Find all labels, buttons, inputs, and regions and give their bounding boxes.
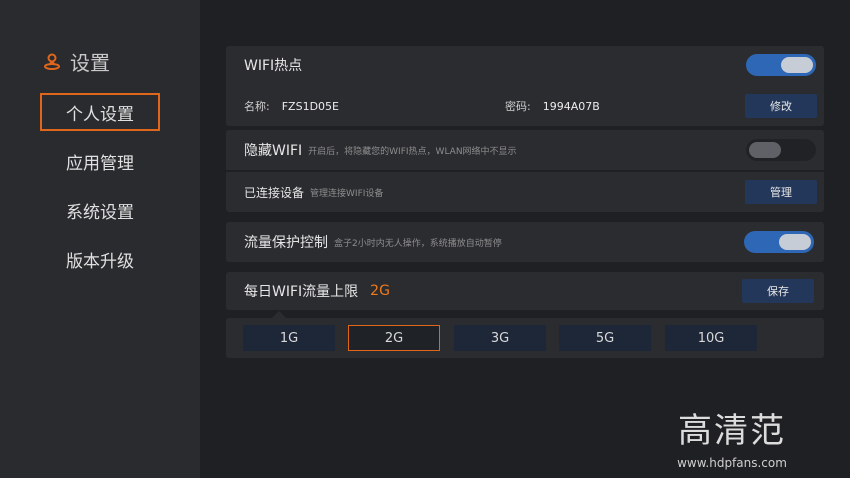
- hide-wifi-hint: 开启后，将隐藏您的WIFI热点，WLAN网络中不显示: [308, 146, 517, 157]
- hide-wifi-toggle[interactable]: [746, 139, 816, 161]
- settings-header: 设置: [42, 48, 110, 75]
- toggle-knob: [779, 234, 811, 250]
- save-button[interactable]: 保存: [742, 279, 814, 303]
- toggle-knob: [781, 57, 813, 73]
- traffic-protection-title: 流量保护控制: [244, 235, 328, 251]
- hotspot-password-value: 1994A07B: [542, 99, 600, 113]
- option-3g[interactable]: 3G: [454, 325, 546, 351]
- traffic-protection-toggle[interactable]: [744, 231, 814, 253]
- option-1g[interactable]: 1G: [243, 325, 335, 351]
- modify-button[interactable]: 修改: [745, 94, 817, 118]
- connected-devices-title: 已连接设备: [244, 185, 305, 200]
- settings-title: 设置: [70, 50, 110, 75]
- wifi-hotspot-toggle[interactable]: [746, 54, 816, 76]
- toggle-knob: [749, 142, 781, 158]
- limit-options: 1G 2G 3G 5G 10G: [226, 318, 824, 358]
- option-2g[interactable]: 2G: [348, 325, 440, 351]
- wifi-hotspot-panel: WIFI热点 名称: FZS1D05E 密码: 1994A07B 修改: [226, 46, 824, 126]
- main-content: WIFI热点 名称: FZS1D05E 密码: 1994A07B 修改 隐藏WI…: [226, 0, 824, 478]
- sidebar: 设置 个人设置 应用管理 系统设置 版本升级: [0, 0, 200, 478]
- manage-button[interactable]: 管理: [745, 180, 817, 204]
- hide-wifi-panel: 隐藏WIFI 开启后，将隐藏您的WIFI热点，WLAN网络中不显示 已连接设备 …: [226, 130, 824, 212]
- daily-limit-title: 每日WIFI流量上限: [244, 284, 359, 300]
- daily-limit-value: 2G: [370, 283, 390, 299]
- watermark-url: www.hdpfans.com: [677, 456, 787, 470]
- hotspot-password-label: 密码:: [504, 100, 531, 113]
- traffic-protection-hint: 盒子2小时内无人操作，系统播放自动暂停: [334, 238, 502, 249]
- connected-devices-hint: 管理连接WIFI设备: [310, 188, 384, 199]
- hotspot-name-value: FZS1D05E: [281, 99, 339, 113]
- option-10g[interactable]: 10G: [665, 325, 757, 351]
- watermark-logo: 高清范: [678, 411, 786, 451]
- daily-limit-panel: 每日WIFI流量上限 2G 保存: [226, 272, 824, 310]
- hide-wifi-title: 隐藏WIFI: [244, 143, 303, 159]
- settings-icon: [42, 51, 62, 71]
- watermark: 高清范 www.hdpfans.com: [672, 414, 792, 470]
- sidebar-item-system-settings[interactable]: 系统设置: [40, 191, 160, 229]
- sidebar-item-version-upgrade[interactable]: 版本升级: [40, 240, 160, 278]
- sidebar-item-app-management[interactable]: 应用管理: [40, 142, 160, 180]
- wifi-hotspot-title: WIFI热点: [244, 58, 303, 74]
- dropdown-caret: [272, 311, 286, 318]
- option-5g[interactable]: 5G: [559, 325, 651, 351]
- traffic-protection-panel: 流量保护控制 盒子2小时内无人操作，系统播放自动暂停: [226, 222, 824, 262]
- sidebar-item-personal-settings[interactable]: 个人设置: [40, 93, 160, 131]
- hotspot-name-label: 名称:: [244, 100, 270, 113]
